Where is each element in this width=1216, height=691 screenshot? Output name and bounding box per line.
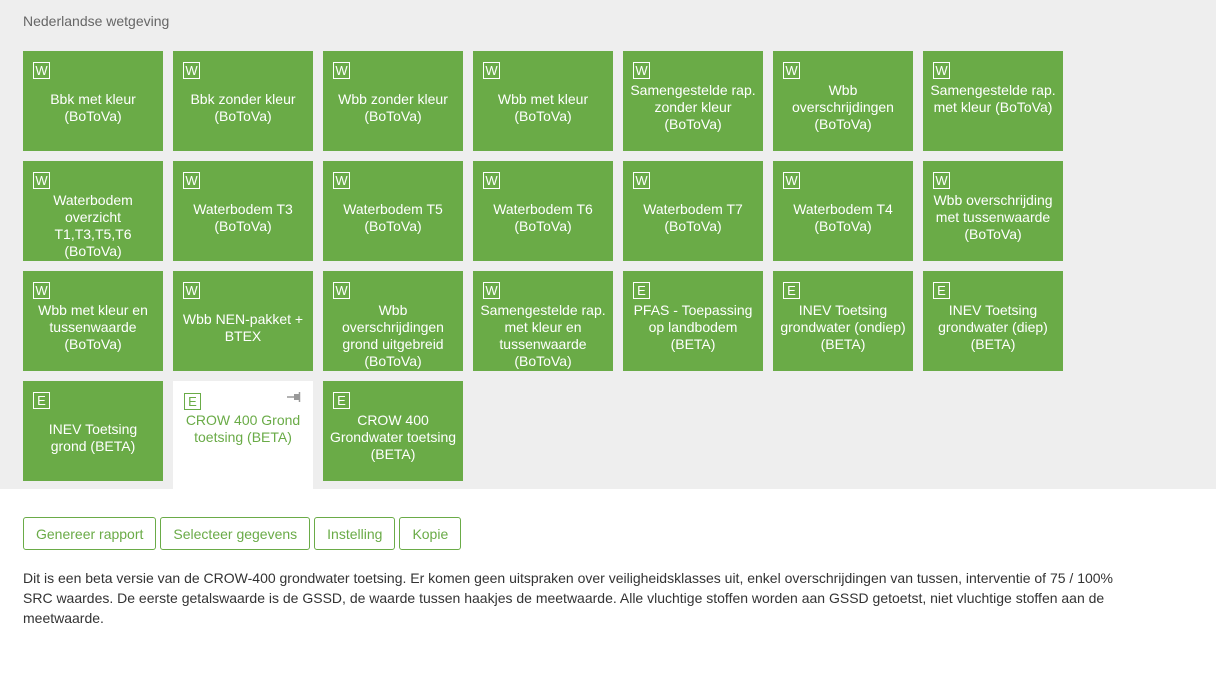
tile-type-badge: W — [933, 172, 950, 189]
tile-type-badge: E — [933, 282, 950, 299]
report-tile[interactable]: W Wbb overschrijding met tussenwaarde (Bo… — [923, 161, 1063, 261]
report-tile[interactable]: E PFAS - Toepassing op landbodem (BETA) — [623, 271, 763, 371]
tile-type-badge: E — [33, 392, 50, 409]
tile-type-badge: W — [483, 62, 500, 79]
report-description: Dit is een beta versie van de CROW-400 g… — [23, 570, 1113, 626]
report-tile[interactable]: W Waterbodem T3 (BoToVa) — [173, 161, 313, 261]
select-data-button[interactable]: Selecteer gegevens — [160, 517, 311, 550]
tile-type-badge: W — [33, 172, 50, 189]
report-tile[interactable]: E INEV Toetsing grondwater (ondiep) (BETA… — [773, 271, 913, 371]
tile-label: Wbb met kleur en tussenwaarde (BoToVa) — [38, 302, 148, 352]
tile-type-badge: E — [333, 392, 350, 409]
tile-label: Waterbodem T7 (BoToVa) — [643, 201, 743, 234]
tile-label: Samengestelde rap. zonder kleur (BoToVa) — [630, 82, 756, 132]
report-tile[interactable]: E CROW 400 Grondwater toetsing (BETA) — [323, 381, 463, 481]
tile-label: Bbk met kleur (BoToVa) — [50, 91, 136, 124]
tile-label: Wbb overschrijdingen (BoToVa) — [792, 82, 894, 132]
report-tile[interactable]: W Waterbodem T7 (BoToVa) — [623, 161, 763, 261]
tile-label: Bbk zonder kleur (BoToVa) — [190, 91, 296, 124]
tile-type-badge: W — [183, 172, 200, 189]
report-tile[interactable]: E INEV Toetsing grondwater (diep) (BETA) — [923, 271, 1063, 371]
tile-type-badge: W — [783, 62, 800, 79]
tile-type-badge: E — [783, 282, 800, 299]
report-tile[interactable]: W Wbb overschrijdingen grond uitgebreid (… — [323, 271, 463, 371]
tile-type-badge: W — [783, 172, 800, 189]
tile-label: Wbb overschrijdingen grond uitgebreid (B… — [342, 302, 444, 369]
tile-label: INEV Toetsing grondwater (diep) (BETA) — [938, 302, 1048, 352]
tile-label: Wbb NEN-pakket + BTEX — [182, 311, 304, 344]
settings-button[interactable]: Instelling — [314, 517, 396, 550]
report-tile[interactable]: E CROW 400 Grond toetsing (BETA) — [173, 381, 313, 489]
copy-button[interactable]: Kopie — [399, 517, 462, 550]
action-bar: Genereer rapport Selecteer gegevens Inst… — [23, 517, 462, 550]
tile-type-badge: W — [333, 282, 350, 299]
section-title: Nederlandse wetgeving — [23, 13, 170, 29]
tile-type-badge: W — [183, 282, 200, 299]
tile-label: CROW 400 Grondwater toetsing (BETA) — [329, 412, 457, 462]
report-tile[interactable]: W Wbb zonder kleur (BoToVa) — [323, 51, 463, 151]
report-tile[interactable]: W Waterbodem T6 (BoToVa) — [473, 161, 613, 261]
tile-label: INEV Toetsing grondwater (ondiep) (BETA) — [780, 302, 906, 352]
report-tile[interactable]: W Wbb NEN-pakket + BTEX — [173, 271, 313, 371]
report-tile[interactable]: W Samengestelde rap. zonder kleur (BoToVa… — [623, 51, 763, 151]
report-tile[interactable]: W Waterbodem T5 (BoToVa) — [323, 161, 463, 261]
tile-type-badge: W — [933, 62, 950, 79]
tile-label: Samengestelde rap. met kleur en tussenwa… — [480, 302, 606, 369]
tile-label: Waterbodem T6 (BoToVa) — [493, 201, 593, 234]
report-tile[interactable]: W Waterbodem T4 (BoToVa) — [773, 161, 913, 261]
tile-label: INEV Toetsing grond (BETA) — [48, 421, 138, 454]
report-tile[interactable]: W Waterbodem overzicht T1,T3,T5,T6 (BoToV… — [23, 161, 163, 261]
report-tile[interactable]: W Bbk zonder kleur (BoToVa) — [173, 51, 313, 151]
tile-label: Waterbodem T5 (BoToVa) — [343, 201, 443, 234]
report-tile[interactable]: W Samengestelde rap. met kleur en tussenw… — [473, 271, 613, 371]
tile-type-badge: E — [633, 282, 650, 299]
report-tile[interactable]: W Wbb overschrijdingen (BoToVa) — [773, 51, 913, 151]
tile-label: PFAS - Toepassing op landbodem (BETA) — [633, 302, 753, 352]
tile-label: Wbb zonder kleur (BoToVa) — [338, 91, 448, 124]
generate-report-button[interactable]: Genereer rapport — [23, 517, 157, 550]
report-tile[interactable]: W Bbk met kleur (BoToVa) — [23, 51, 163, 151]
tile-label: Wbb met kleur (BoToVa) — [497, 91, 589, 124]
tile-label: Waterbodem T4 (BoToVa) — [793, 201, 893, 234]
report-tile[interactable]: W Wbb met kleur en tussenwaarde (BoToVa) — [23, 271, 163, 371]
tile-label: Wbb overschrijding met tussenwaarde (BoT… — [933, 192, 1053, 242]
tile-label: Waterbodem overzicht T1,T3,T5,T6 (BoToVa… — [53, 192, 133, 259]
report-tile[interactable]: E INEV Toetsing grond (BETA) — [23, 381, 163, 481]
tile-type-badge: W — [333, 172, 350, 189]
tile-label: CROW 400 Grond toetsing (BETA) — [185, 412, 301, 445]
tile-type-badge: W — [33, 62, 50, 79]
tile-type-badge: W — [483, 172, 500, 189]
report-tile[interactable]: W Wbb met kleur (BoToVa) — [473, 51, 613, 151]
tile-type-badge: W — [483, 282, 500, 299]
report-panel: Nederlandse wetgeving W Bbk met kleur (Bo… — [0, 0, 1216, 489]
tile-label: Waterbodem T3 (BoToVa) — [193, 201, 293, 234]
pin-icon[interactable] — [286, 391, 304, 403]
tile-type-badge: W — [633, 172, 650, 189]
tile-type-badge: E — [184, 393, 201, 410]
report-tile[interactable]: W Samengestelde rap. met kleur (BoToVa) — [923, 51, 1063, 151]
tile-label: Samengestelde rap. met kleur (BoToVa) — [930, 82, 1056, 115]
tile-type-badge: W — [183, 62, 200, 79]
tile-type-badge: W — [633, 62, 650, 79]
tile-type-badge: W — [333, 62, 350, 79]
tile-type-badge: W — [33, 282, 50, 299]
